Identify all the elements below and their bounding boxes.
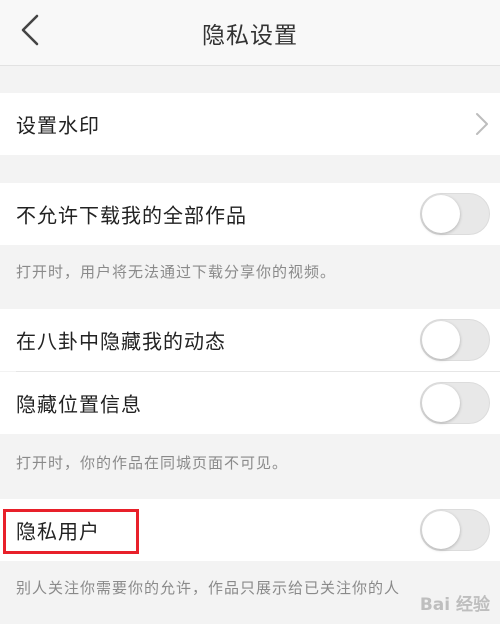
hide-gossip-row: 在八卦中隐藏我的动态 xyxy=(0,309,500,371)
no-download-row: 不允许下载我的全部作品 xyxy=(0,183,500,245)
toggle-knob xyxy=(422,321,460,359)
private-user-hint: 别人关注你需要你的允许，作品只展示给已关注你的人 xyxy=(16,579,401,597)
toggle-knob xyxy=(422,384,460,422)
hide-gossip-label: 在八卦中隐藏我的动态 xyxy=(16,329,226,354)
location-hint: 打开时，你的作品在同城页面不可见。 xyxy=(16,454,289,472)
hide-location-row: 隐藏位置信息 xyxy=(0,372,500,434)
no-download-toggle[interactable] xyxy=(420,193,490,235)
toggle-knob xyxy=(422,511,460,549)
chevron-right-icon xyxy=(476,113,488,135)
hide-location-label: 隐藏位置信息 xyxy=(16,392,142,417)
highlight-annotation-box xyxy=(3,509,139,554)
no-download-label: 不允许下载我的全部作品 xyxy=(16,203,247,228)
page-title: 隐私设置 xyxy=(202,23,298,49)
watermark-setting-row[interactable]: 设置水印 xyxy=(0,93,500,155)
hide-location-toggle[interactable] xyxy=(420,382,490,424)
no-download-hint: 打开时，用户将无法通过下载分享你的视频。 xyxy=(16,263,337,281)
baidu-jingyan-watermark: Bai 经验 xyxy=(419,595,490,615)
toggle-knob xyxy=(422,195,460,233)
watermark-setting-label: 设置水印 xyxy=(16,113,100,138)
top-bar: 隐私设置 xyxy=(0,0,500,66)
private-user-toggle[interactable] xyxy=(420,509,490,551)
hide-gossip-toggle[interactable] xyxy=(420,319,490,361)
next-row-partial xyxy=(0,624,500,638)
